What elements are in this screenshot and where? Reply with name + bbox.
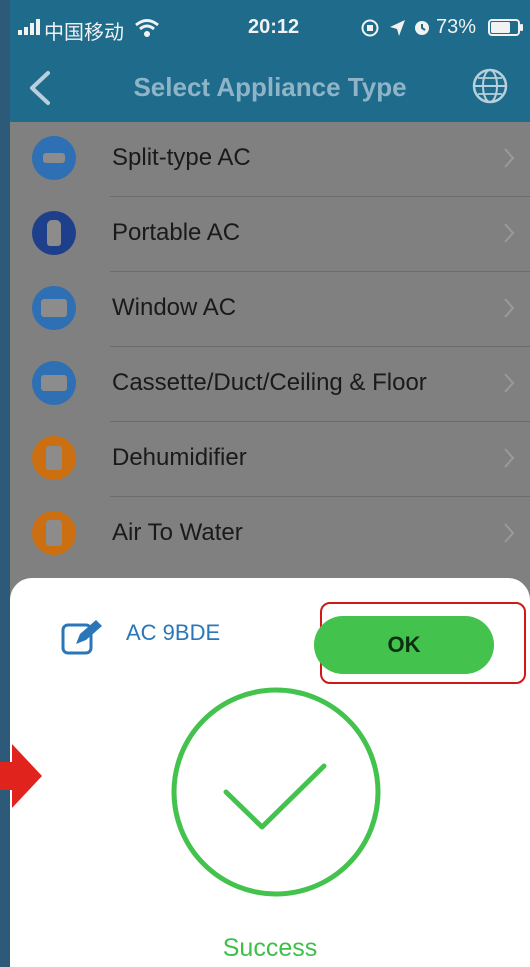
cassette-ac-icon [32, 361, 76, 405]
chevron-right-icon [504, 523, 515, 543]
chevron-right-icon [504, 148, 515, 168]
appliance-row-dehumidifier[interactable]: Dehumidifier [10, 422, 530, 497]
globe-icon[interactable] [470, 66, 510, 106]
battery-percent: 73% [436, 16, 477, 38]
page-title: Select Appliance Type [133, 72, 407, 102]
appliance-row-portable-ac[interactable]: Portable AC [10, 197, 530, 272]
split-ac-icon [32, 136, 76, 180]
device-name-label[interactable]: AC 9BDE [126, 620, 220, 646]
pointer-arrow-icon [0, 744, 42, 808]
location-arrow-icon [390, 20, 405, 36]
window-ac-icon [32, 286, 76, 330]
signal-bars-icon [18, 19, 40, 35]
clock-time: 20:12 [248, 16, 300, 38]
success-bottom-sheet: AC 9BDE OK Success [10, 578, 530, 967]
chevron-right-icon [504, 448, 515, 468]
appliance-type-list: Split-type AC Portable AC Window AC Cass… [10, 122, 530, 572]
dehumidifier-icon [32, 436, 76, 480]
appliance-label: Portable AC [112, 219, 241, 246]
ok-button[interactable]: OK [314, 616, 494, 674]
success-message: Success [222, 934, 318, 962]
edit-icon[interactable] [60, 618, 106, 656]
appliance-label: Air To Water [112, 519, 243, 546]
chevron-right-icon [504, 373, 515, 393]
success-checkmark-icon [171, 687, 381, 897]
appliance-label: Cassette/Duct/Ceiling & Floor [112, 369, 427, 396]
phone-screen: 中国移动 20:12 73% Select Appliance Type Spl… [10, 0, 530, 967]
appliance-row-cassette-duct-ceiling-floor[interactable]: Cassette/Duct/Ceiling & Floor [10, 347, 530, 422]
appliance-label: Window AC [112, 294, 237, 321]
chevron-right-icon [504, 223, 515, 243]
status-bar: 中国移动 20:12 73% [10, 0, 530, 52]
navigation-bar: Select Appliance Type [10, 52, 530, 122]
battery-icon [488, 19, 523, 36]
appliance-label: Split-type AC [112, 144, 251, 171]
appliance-row-window-ac[interactable]: Window AC [10, 272, 530, 347]
alarm-icon [415, 21, 429, 35]
chevron-right-icon [504, 298, 515, 318]
appliance-label: Dehumidifier [112, 444, 247, 471]
air-to-water-icon [32, 511, 76, 555]
orientation-lock-icon [361, 19, 379, 37]
carrier-label: 中国移动 [44, 22, 124, 44]
appliance-row-split-type-ac[interactable]: Split-type AC [10, 122, 530, 197]
wifi-icon [135, 19, 159, 37]
portable-ac-icon [32, 211, 76, 255]
appliance-row-air-to-water[interactable]: Air To Water [10, 497, 530, 572]
